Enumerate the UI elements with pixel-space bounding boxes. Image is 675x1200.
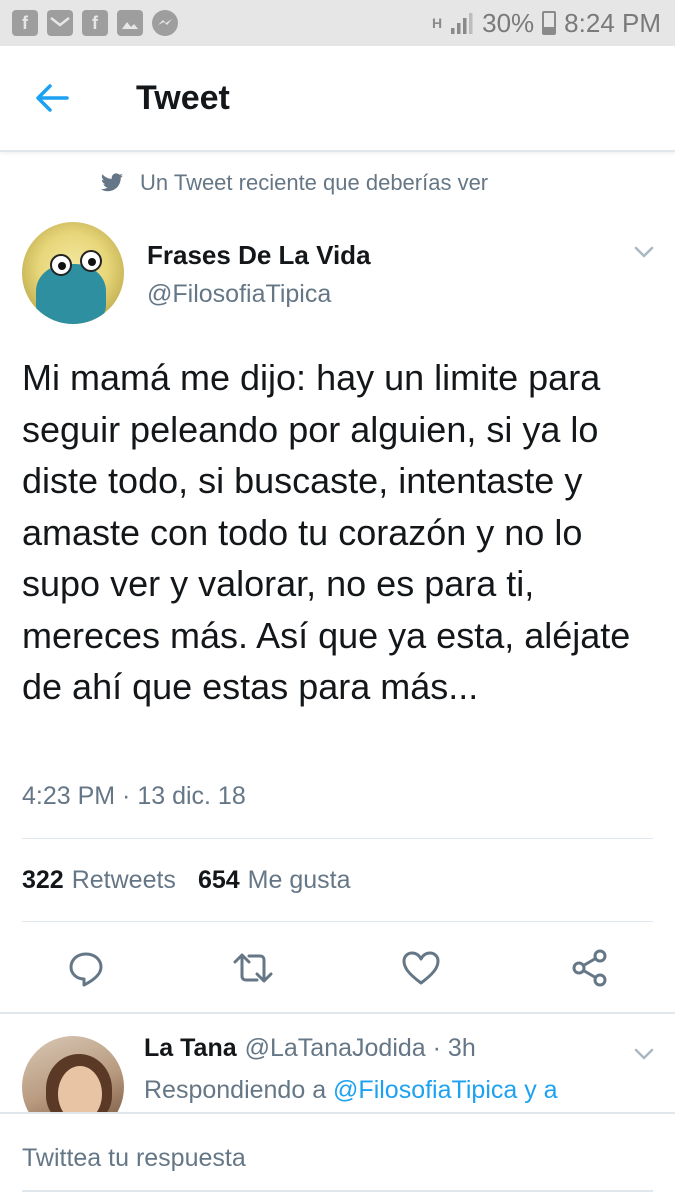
image-icon bbox=[117, 10, 143, 36]
reply-handle-time: @LaTanaJodida · 3h bbox=[244, 1034, 476, 1062]
heart-icon bbox=[402, 951, 440, 985]
divider bbox=[22, 921, 653, 922]
clock: 8:24 PM bbox=[564, 7, 661, 38]
replying-to: Respondiendo a @FilosofiaTipica y a bbox=[144, 1076, 558, 1105]
tweet-timestamp[interactable]: 4:23 PM · 13 dic. 18 bbox=[22, 782, 246, 811]
avatar-eye bbox=[80, 250, 102, 272]
chevron-down-icon[interactable] bbox=[630, 238, 658, 266]
arrow-left-icon bbox=[36, 84, 69, 112]
divider bbox=[22, 838, 653, 839]
battery-percent: 30% bbox=[482, 7, 535, 38]
chevron-down-icon[interactable] bbox=[630, 1040, 658, 1068]
signal-icon bbox=[451, 13, 473, 34]
back-button[interactable] bbox=[12, 58, 92, 138]
messenger-icon bbox=[152, 10, 178, 36]
tweet-text: Mi mamá me dijo: hay un limite para segu… bbox=[22, 357, 631, 707]
section-separator bbox=[0, 1012, 675, 1014]
facebook-icon: f bbox=[82, 10, 108, 36]
mail-icon bbox=[47, 10, 73, 36]
retweets-stat[interactable]: 322 Retweets bbox=[22, 866, 176, 895]
author-handle[interactable]: @FilosofiaTipica bbox=[147, 280, 331, 309]
page-title: Tweet bbox=[136, 78, 230, 117]
retweets-label: Retweets bbox=[71, 866, 176, 894]
likes-label: Me gusta bbox=[247, 866, 351, 894]
avatar-monster bbox=[36, 264, 106, 324]
replying-to-link[interactable]: @FilosofiaTipica y a bbox=[333, 1076, 558, 1104]
facebook-icon: f bbox=[12, 10, 38, 36]
retweet-button[interactable] bbox=[231, 946, 275, 990]
reply-input[interactable]: Twittea tu respuesta bbox=[22, 1144, 246, 1173]
status-bar: f f H 30% 8:24 PM bbox=[0, 0, 675, 46]
recent-tweet-label: Un Tweet reciente que deberías ver bbox=[100, 170, 488, 196]
compose-underline bbox=[22, 1190, 653, 1192]
author-name[interactable]: Frases De La Vida bbox=[147, 240, 371, 271]
reply-button[interactable] bbox=[64, 946, 108, 990]
notification-icons: f f bbox=[12, 10, 178, 36]
tweet-actions bbox=[0, 940, 675, 1000]
retweets-count: 322 bbox=[22, 866, 64, 894]
app-header: Tweet bbox=[0, 46, 675, 152]
reply-compose-bar: Twittea tu respuesta bbox=[0, 1112, 675, 1200]
retweet-icon bbox=[233, 953, 273, 983]
likes-stat[interactable]: 654 Me gusta bbox=[198, 866, 351, 895]
recent-tweet-text: Un Tweet reciente que deberías ver bbox=[140, 170, 489, 195]
share-icon bbox=[572, 949, 607, 987]
likes-count: 654 bbox=[197, 866, 240, 894]
battery-icon bbox=[542, 11, 557, 35]
network-type-icon: H bbox=[432, 15, 443, 31]
reply-header: La Tana @LaTanaJodida · 3h bbox=[144, 1034, 476, 1063]
share-button[interactable] bbox=[568, 946, 612, 990]
tweet-stats: 322 Retweets 654 Me gusta bbox=[22, 866, 351, 895]
twitter-bird-icon bbox=[101, 173, 123, 192]
reply-author-name[interactable]: La Tana bbox=[144, 1034, 237, 1062]
like-button[interactable] bbox=[399, 946, 443, 990]
reply-icon bbox=[69, 952, 103, 987]
avatar-eye bbox=[50, 254, 72, 276]
replying-prefix: Respondiendo a bbox=[144, 1076, 327, 1104]
author-avatar[interactable] bbox=[22, 222, 124, 324]
